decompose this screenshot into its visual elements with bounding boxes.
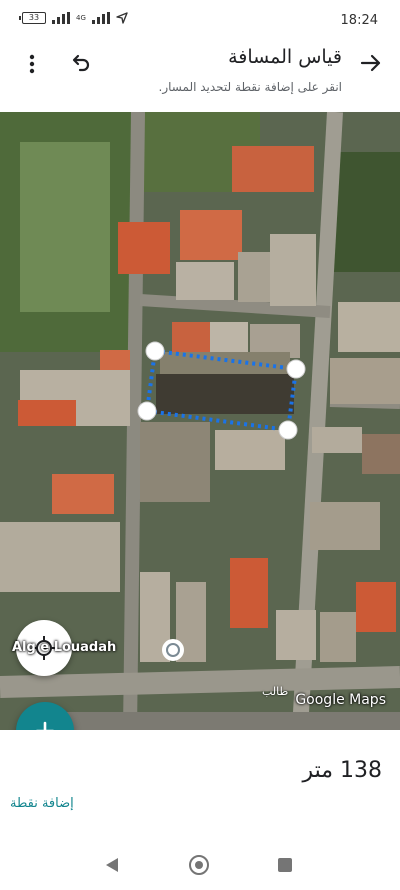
signal-icon-2: [91, 12, 110, 24]
map-road-label: طالب: [262, 685, 289, 698]
status-icons: 33 4G: [19, 12, 128, 24]
nav-home-icon[interactable]: [189, 855, 209, 875]
satellite-map[interactable]: Alg e Louadah طالب Google Maps: [0, 112, 400, 730]
page-title: قياس المسافة: [228, 46, 342, 68]
arrow-forward-icon[interactable]: [358, 50, 384, 76]
app-header: قياس المسافة انقر على إضافة نقطة لتحديد …: [0, 40, 400, 112]
page-subtitle: انقر على إضافة نقطة لتحديد المسار.: [158, 80, 342, 94]
measurement-panel: 138 متر إضافة نقطة: [0, 730, 400, 840]
place-pin-icon[interactable]: [162, 639, 184, 661]
nav-recents-icon[interactable]: [278, 858, 292, 872]
network-type: 4G: [76, 13, 86, 22]
battery-icon: 33: [19, 12, 46, 24]
status-bar: 33 4G 18:24: [0, 0, 400, 40]
map-place-label: Alg e Louadah: [12, 640, 117, 655]
clock: 18:24: [340, 13, 378, 28]
plus-icon: [36, 721, 54, 730]
undo-icon[interactable]: [68, 52, 92, 76]
nav-back-icon[interactable]: [104, 857, 120, 873]
signal-icon: [52, 12, 70, 24]
location-arrow-icon: [116, 12, 128, 24]
add-point-button[interactable]: إضافة نقطة: [10, 796, 74, 811]
google-maps-watermark: Google Maps: [295, 692, 386, 708]
total-distance: 138 متر: [302, 758, 382, 783]
more-vert-icon[interactable]: [22, 52, 42, 76]
system-nav-bar: [0, 840, 400, 890]
